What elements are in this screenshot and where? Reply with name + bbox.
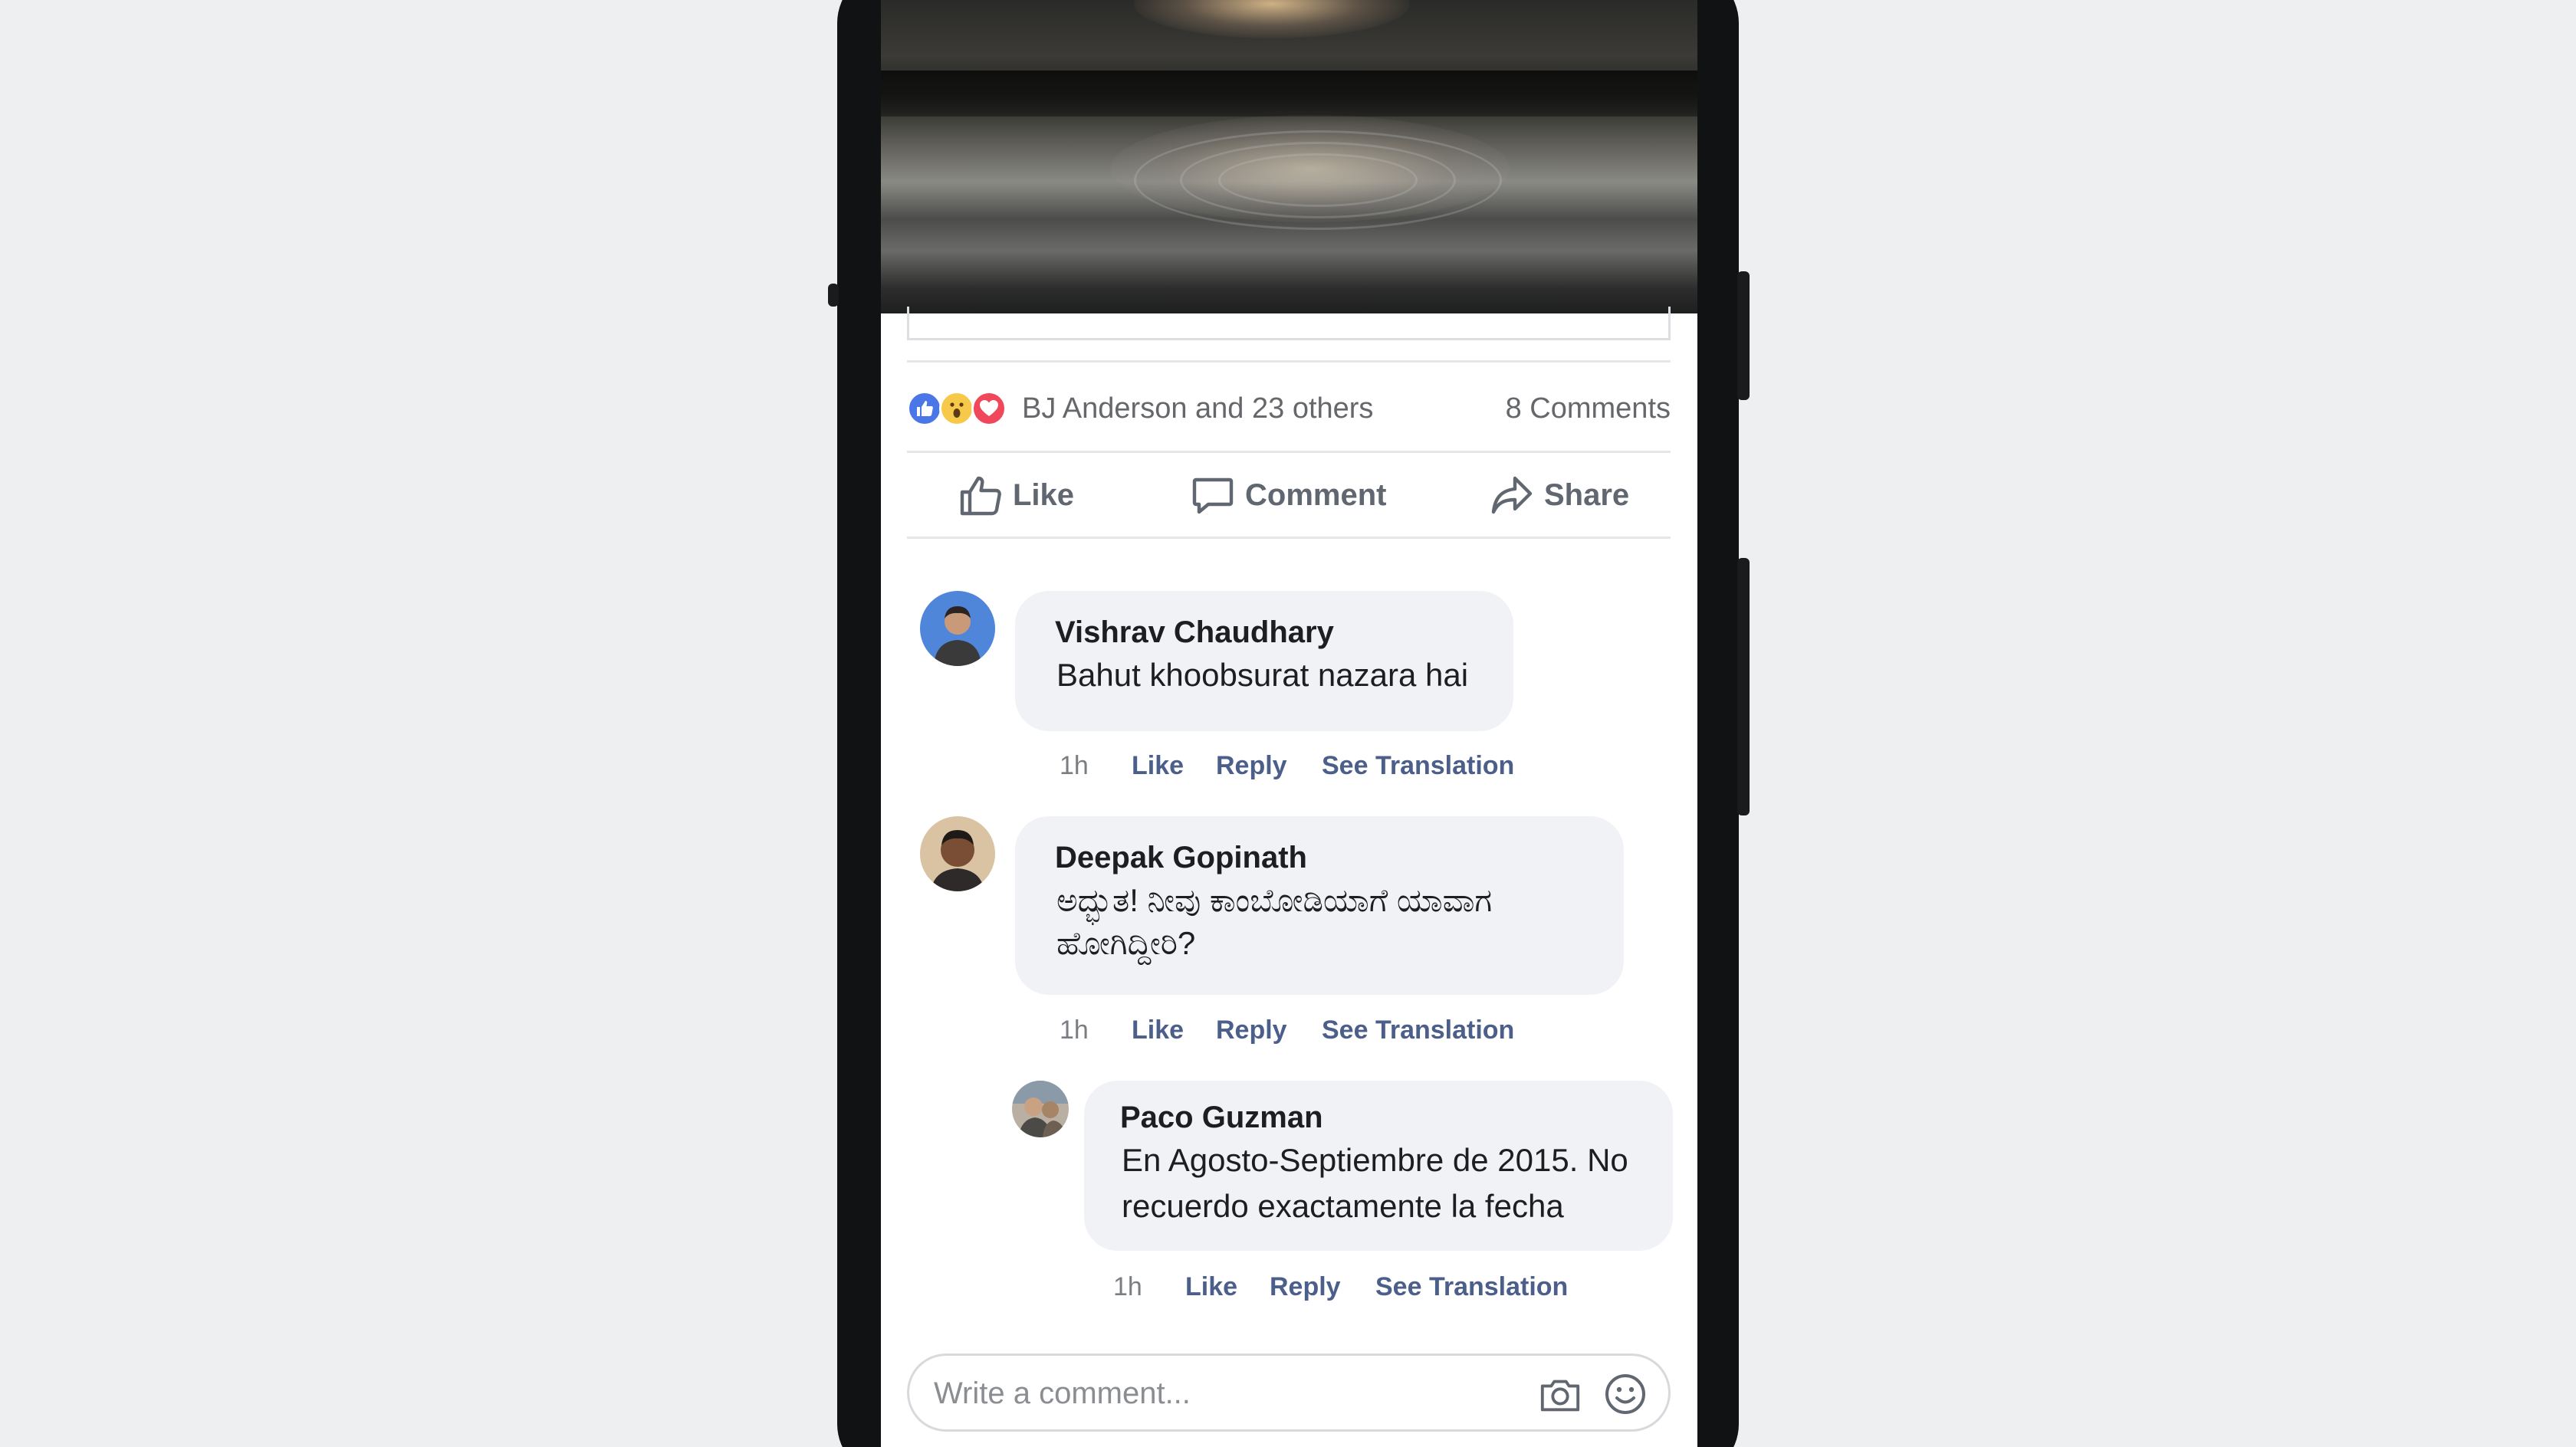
link-card-border [907, 307, 1671, 340]
comment-like-link[interactable]: Like [1132, 1016, 1184, 1045]
comment-icon [1192, 477, 1234, 514]
reaction-icons[interactable] [907, 389, 1007, 428]
wow-reaction-icon [939, 391, 974, 426]
post-photo[interactable] [881, 0, 1697, 313]
divider [907, 360, 1671, 363]
comment-text: Bahut khoobsurat nazara hai [1056, 657, 1469, 693]
comment-reply-link[interactable]: Reply [1270, 1272, 1341, 1302]
comment-bubble: Deepak Gopinath ಅದ್ಭುತ! ನೀವು ಕಾಂಬೋಡಿಯಾಗೆ… [1015, 816, 1624, 995]
comment-text-line: ಹೋಗಿದ್ದೀರಿ? [1056, 925, 1196, 961]
photo-treeline [881, 71, 1697, 116]
divider [907, 536, 1671, 539]
comment-reply-link[interactable]: Reply [1216, 1016, 1287, 1045]
love-reaction-icon [971, 391, 1007, 426]
reactions-summary[interactable]: BJ Anderson and 23 others [1022, 391, 1373, 426]
comment-text-line: recuerdo exactamente la fecha [1122, 1188, 1564, 1224]
comment-author[interactable]: Paco Guzman [1120, 1101, 1323, 1135]
share-button[interactable]: Share [1489, 469, 1629, 521]
see-translation-link[interactable]: See Translation [1322, 1016, 1514, 1045]
comment-bubble: Vishrav Chaudhary Bahut khoobsurat nazar… [1015, 591, 1513, 731]
comment-composer[interactable] [907, 1353, 1671, 1432]
comments-count[interactable]: 8 Comments [1506, 391, 1671, 426]
camera-icon[interactable] [1538, 1373, 1582, 1417]
avatar[interactable] [1012, 1081, 1069, 1137]
phone-side-button [1737, 558, 1750, 815]
comment-author[interactable]: Vishrav Chaudhary [1055, 615, 1334, 650]
like-label: Like [1013, 477, 1075, 512]
photo-ripple [1134, 130, 1502, 230]
comment-time: 1h [1060, 751, 1089, 780]
emoji-icon[interactable] [1602, 1371, 1648, 1417]
see-translation-link[interactable]: See Translation [1322, 751, 1514, 781]
avatar[interactable] [920, 816, 995, 891]
comment-bubble: Paco Guzman En Agosto-Septiembre de 2015… [1084, 1081, 1673, 1251]
avatar[interactable] [920, 591, 995, 666]
like-button[interactable]: Like [958, 469, 1074, 521]
thumbs-up-icon [960, 476, 1001, 516]
phone-side-button [828, 284, 839, 307]
comment-label: Comment [1245, 477, 1387, 512]
comment-time: 1h [1060, 1016, 1089, 1045]
photo-sky-glow [1134, 0, 1410, 38]
comment-text-line: En Agosto-Septiembre de 2015. No [1122, 1142, 1628, 1178]
comment-time: 1h [1113, 1272, 1142, 1301]
comment-text-line: ಅದ್ಭುತ! ನೀವು ಕಾಂಬೋಡಿಯಾಗೆ ಯಾವಾಗ [1056, 882, 1493, 918]
comment-input[interactable] [934, 1371, 1470, 1416]
comment-reply-link[interactable]: Reply [1216, 751, 1287, 781]
see-translation-link[interactable]: See Translation [1375, 1272, 1568, 1302]
share-icon [1491, 476, 1533, 514]
phone-side-button [1737, 271, 1750, 400]
comment-button[interactable]: Comment [1190, 469, 1386, 521]
comment-like-link[interactable]: Like [1132, 751, 1184, 781]
share-label: Share [1544, 477, 1630, 512]
comment-author[interactable]: Deepak Gopinath [1055, 841, 1307, 875]
comment-like-link[interactable]: Like [1185, 1272, 1237, 1302]
app-screen: BJ Anderson and 23 others 8 Comments Lik… [881, 0, 1697, 1447]
like-reaction-icon [907, 391, 942, 426]
divider [907, 451, 1671, 453]
